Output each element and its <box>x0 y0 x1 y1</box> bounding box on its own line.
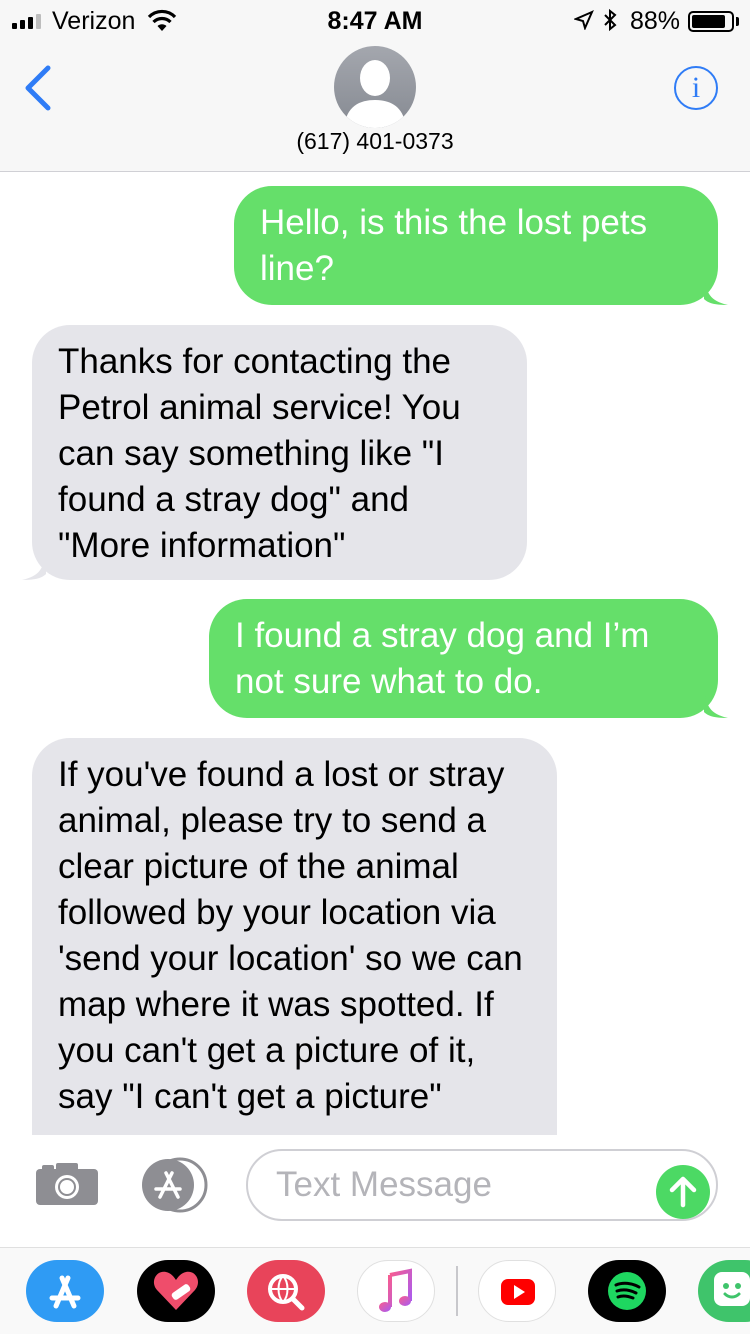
conversation-header: (617) 401-0373 i <box>0 40 750 172</box>
apps-button-icon[interactable] <box>138 1157 214 1213</box>
compose-bar: Text Message <box>0 1135 750 1247</box>
message-bubble-incoming[interactable]: If you've found a lost or stray animal, … <box>32 738 557 1135</box>
up-arrow-icon <box>669 1176 697 1208</box>
spotify-icon[interactable] <box>588 1260 666 1322</box>
message-text: Hello, is this the lost pets line? <box>260 203 648 288</box>
message-text: I found a stray dog and I’m not sure wha… <box>235 616 650 701</box>
message-bubble-outgoing[interactable]: I found a stray dog and I’m not sure wha… <box>209 599 728 718</box>
app-drawer <box>0 1247 750 1334</box>
message-text: Thanks for contacting the Petrol animal … <box>58 342 461 565</box>
message-input-placeholder: Text Message <box>276 1165 492 1204</box>
music-icon[interactable] <box>357 1260 435 1322</box>
message-bubble-outgoing[interactable]: Hello, is this the lost pets line? <box>234 186 728 305</box>
message-input[interactable]: Text Message <box>246 1149 718 1221</box>
status-bar: Verizon 8:47 AM 88% <box>0 0 750 40</box>
battery-percentage: 88% <box>630 7 681 35</box>
battery-icon <box>688 11 734 32</box>
drawer-divider <box>456 1266 458 1316</box>
heart-sticker-icon[interactable] <box>137 1260 215 1322</box>
app-store-icon[interactable] <box>26 1260 104 1322</box>
info-icon[interactable]: i <box>674 66 718 110</box>
contact-avatar[interactable] <box>334 46 416 128</box>
person-silhouette-icon <box>344 60 406 128</box>
bluetooth-icon <box>604 8 617 32</box>
message-bubble-incoming[interactable]: Thanks for contacting the Petrol animal … <box>22 325 527 580</box>
camera-icon[interactable] <box>34 1161 100 1207</box>
message-thread[interactable]: Hello, is this the lost pets line? Thank… <box>0 173 750 1135</box>
contact-number[interactable]: (617) 401-0373 <box>0 128 750 155</box>
bitmoji-icon[interactable] <box>698 1260 750 1322</box>
back-chevron-icon[interactable] <box>20 64 60 112</box>
location-arrow-icon <box>574 10 594 30</box>
message-text: If you've found a lost or stray animal, … <box>58 755 523 1116</box>
web-search-icon[interactable] <box>247 1260 325 1322</box>
youtube-icon[interactable] <box>478 1260 556 1322</box>
send-button[interactable] <box>656 1165 710 1219</box>
